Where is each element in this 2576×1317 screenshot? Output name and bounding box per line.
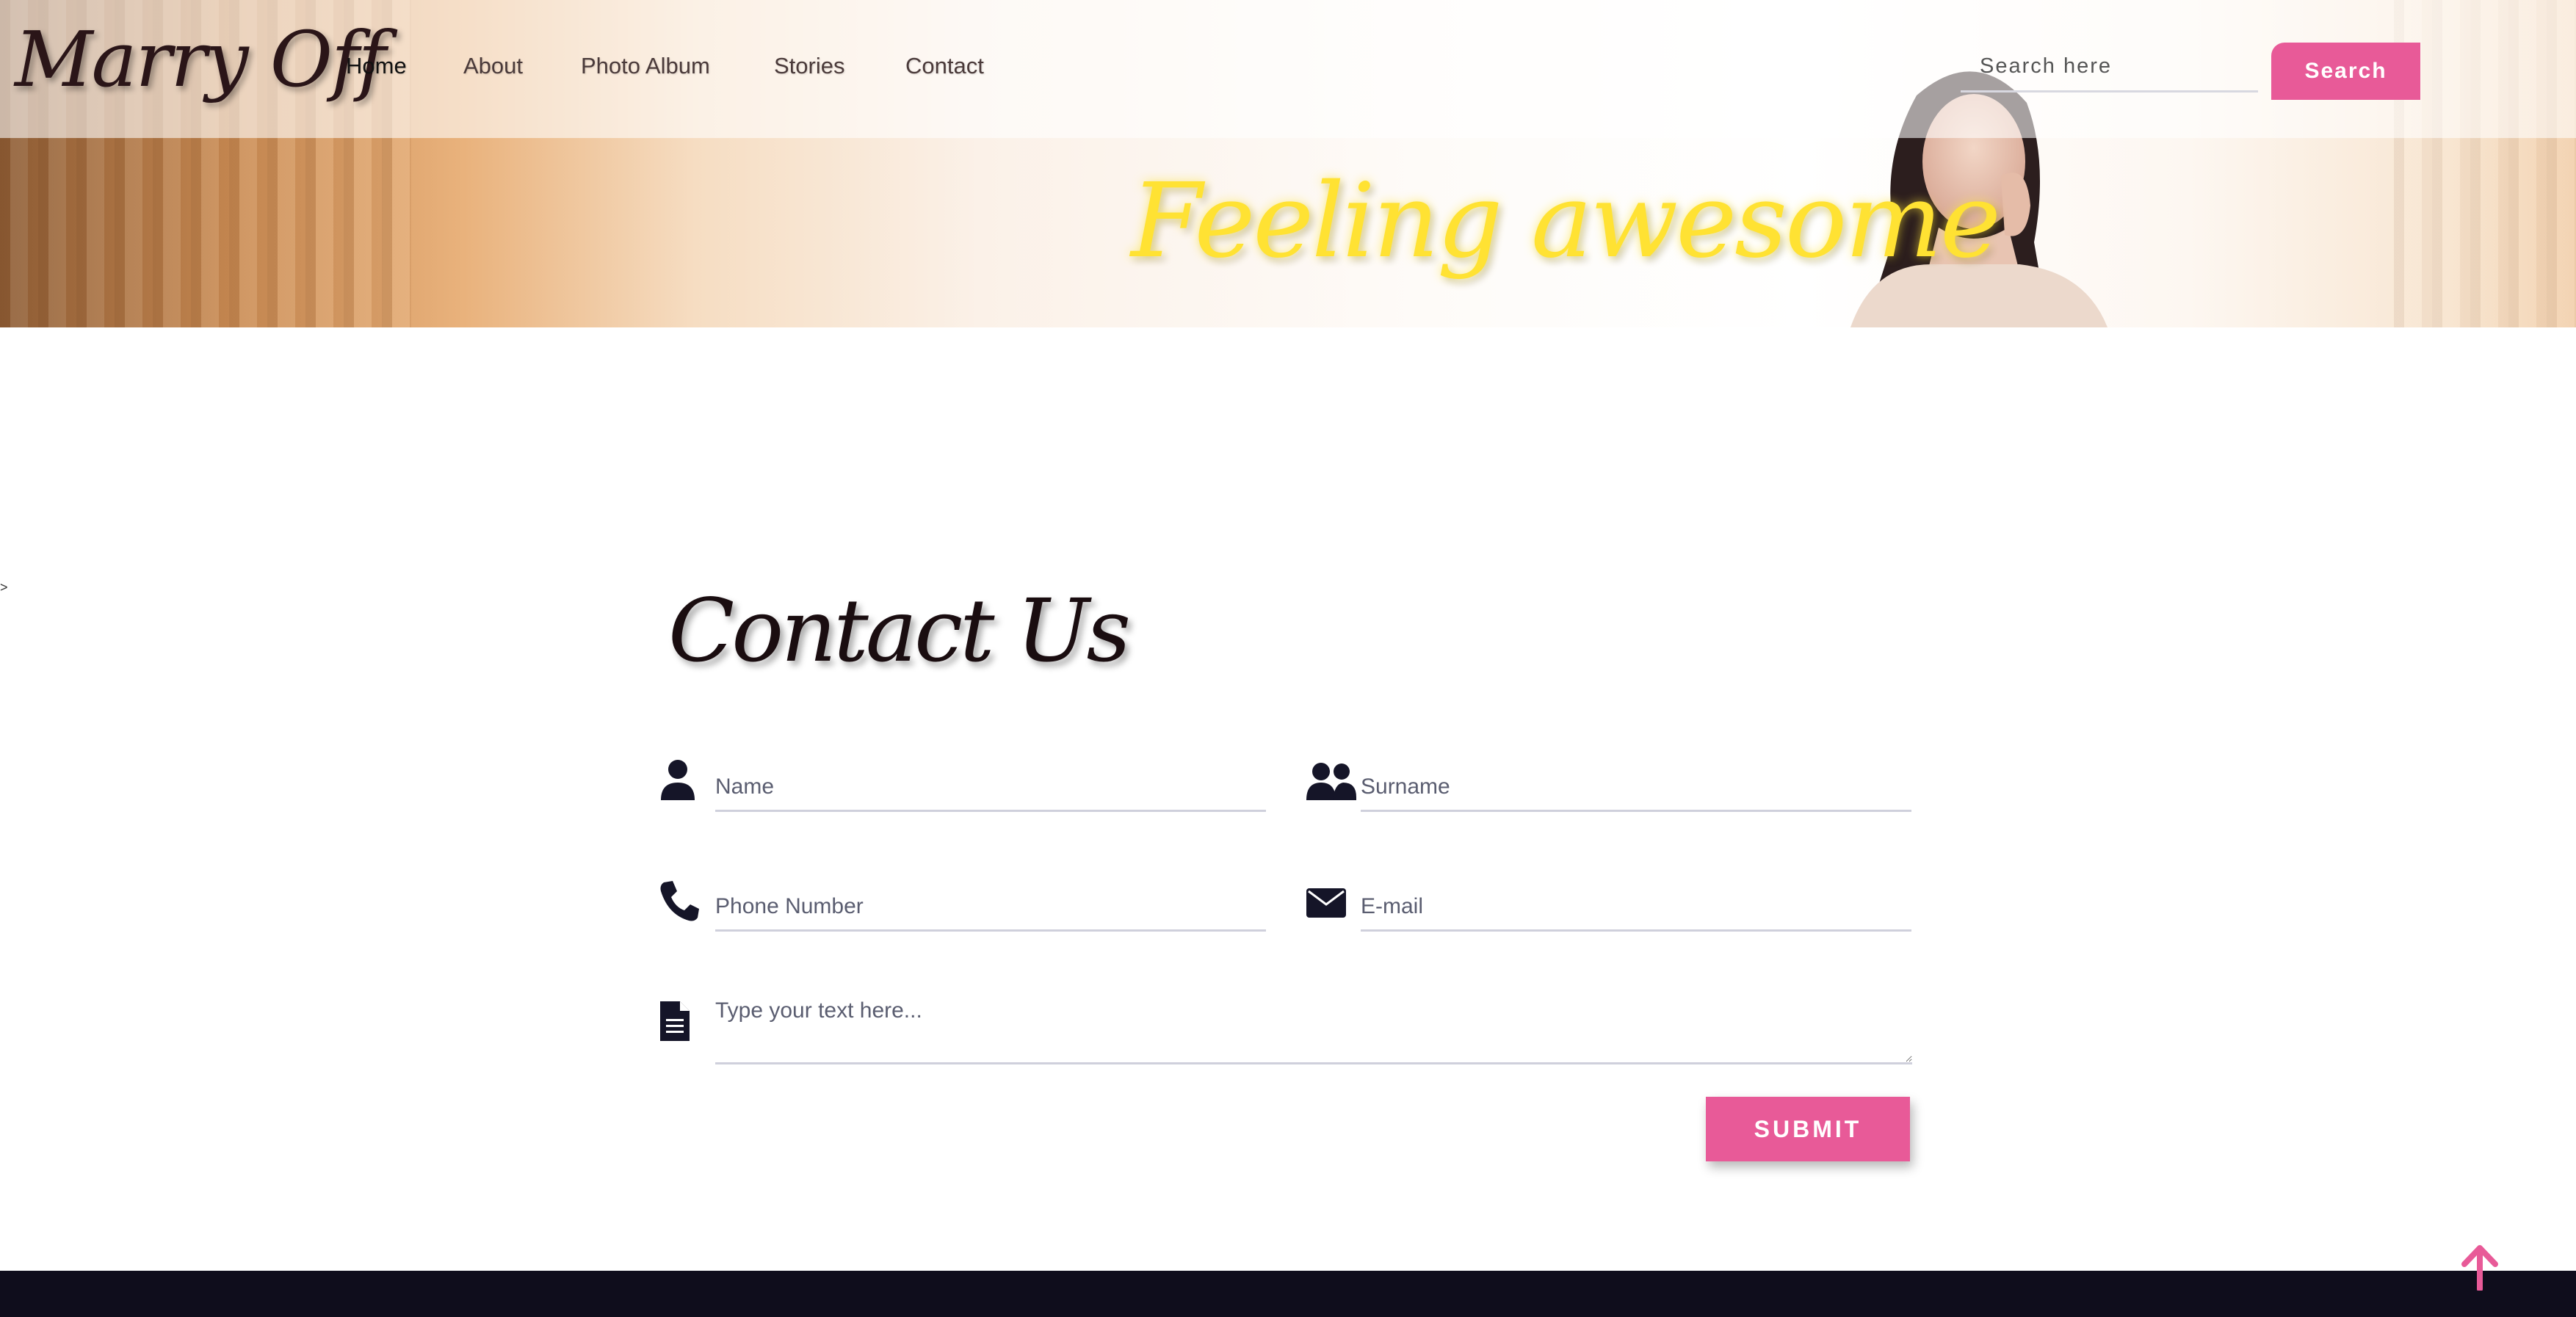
surname-input[interactable]	[1361, 763, 1911, 812]
search-button[interactable]: Search	[2271, 43, 2420, 100]
brand-logo[interactable]: Marry Off	[15, 15, 386, 104]
nav-photo-album[interactable]: Photo Album	[581, 53, 710, 79]
phone-icon	[660, 881, 699, 921]
name-input[interactable]	[715, 763, 1266, 812]
contact-title: Contact Us	[668, 580, 1131, 681]
nav-contact[interactable]: Contact	[905, 53, 984, 79]
message-textarea[interactable]	[715, 991, 1912, 1064]
nav-home[interactable]: Home	[346, 53, 407, 79]
document-icon	[660, 1001, 690, 1041]
nav-about[interactable]: About	[463, 53, 523, 79]
footer	[0, 1271, 2576, 1317]
email-input[interactable]	[1361, 883, 1911, 932]
stray-text: >	[0, 580, 8, 595]
nav-stories[interactable]: Stories	[774, 53, 844, 79]
envelope-icon	[1306, 888, 1346, 918]
users-icon	[1306, 763, 1356, 800]
hero-tagline: Feeling awesome	[1131, 162, 2001, 281]
submit-button[interactable]: SUBMIT	[1706, 1097, 1910, 1161]
arrow-up-icon[interactable]	[2461, 1245, 2498, 1291]
user-icon	[661, 760, 695, 800]
search-input[interactable]	[1961, 43, 2258, 92]
phone-input[interactable]	[715, 883, 1266, 932]
